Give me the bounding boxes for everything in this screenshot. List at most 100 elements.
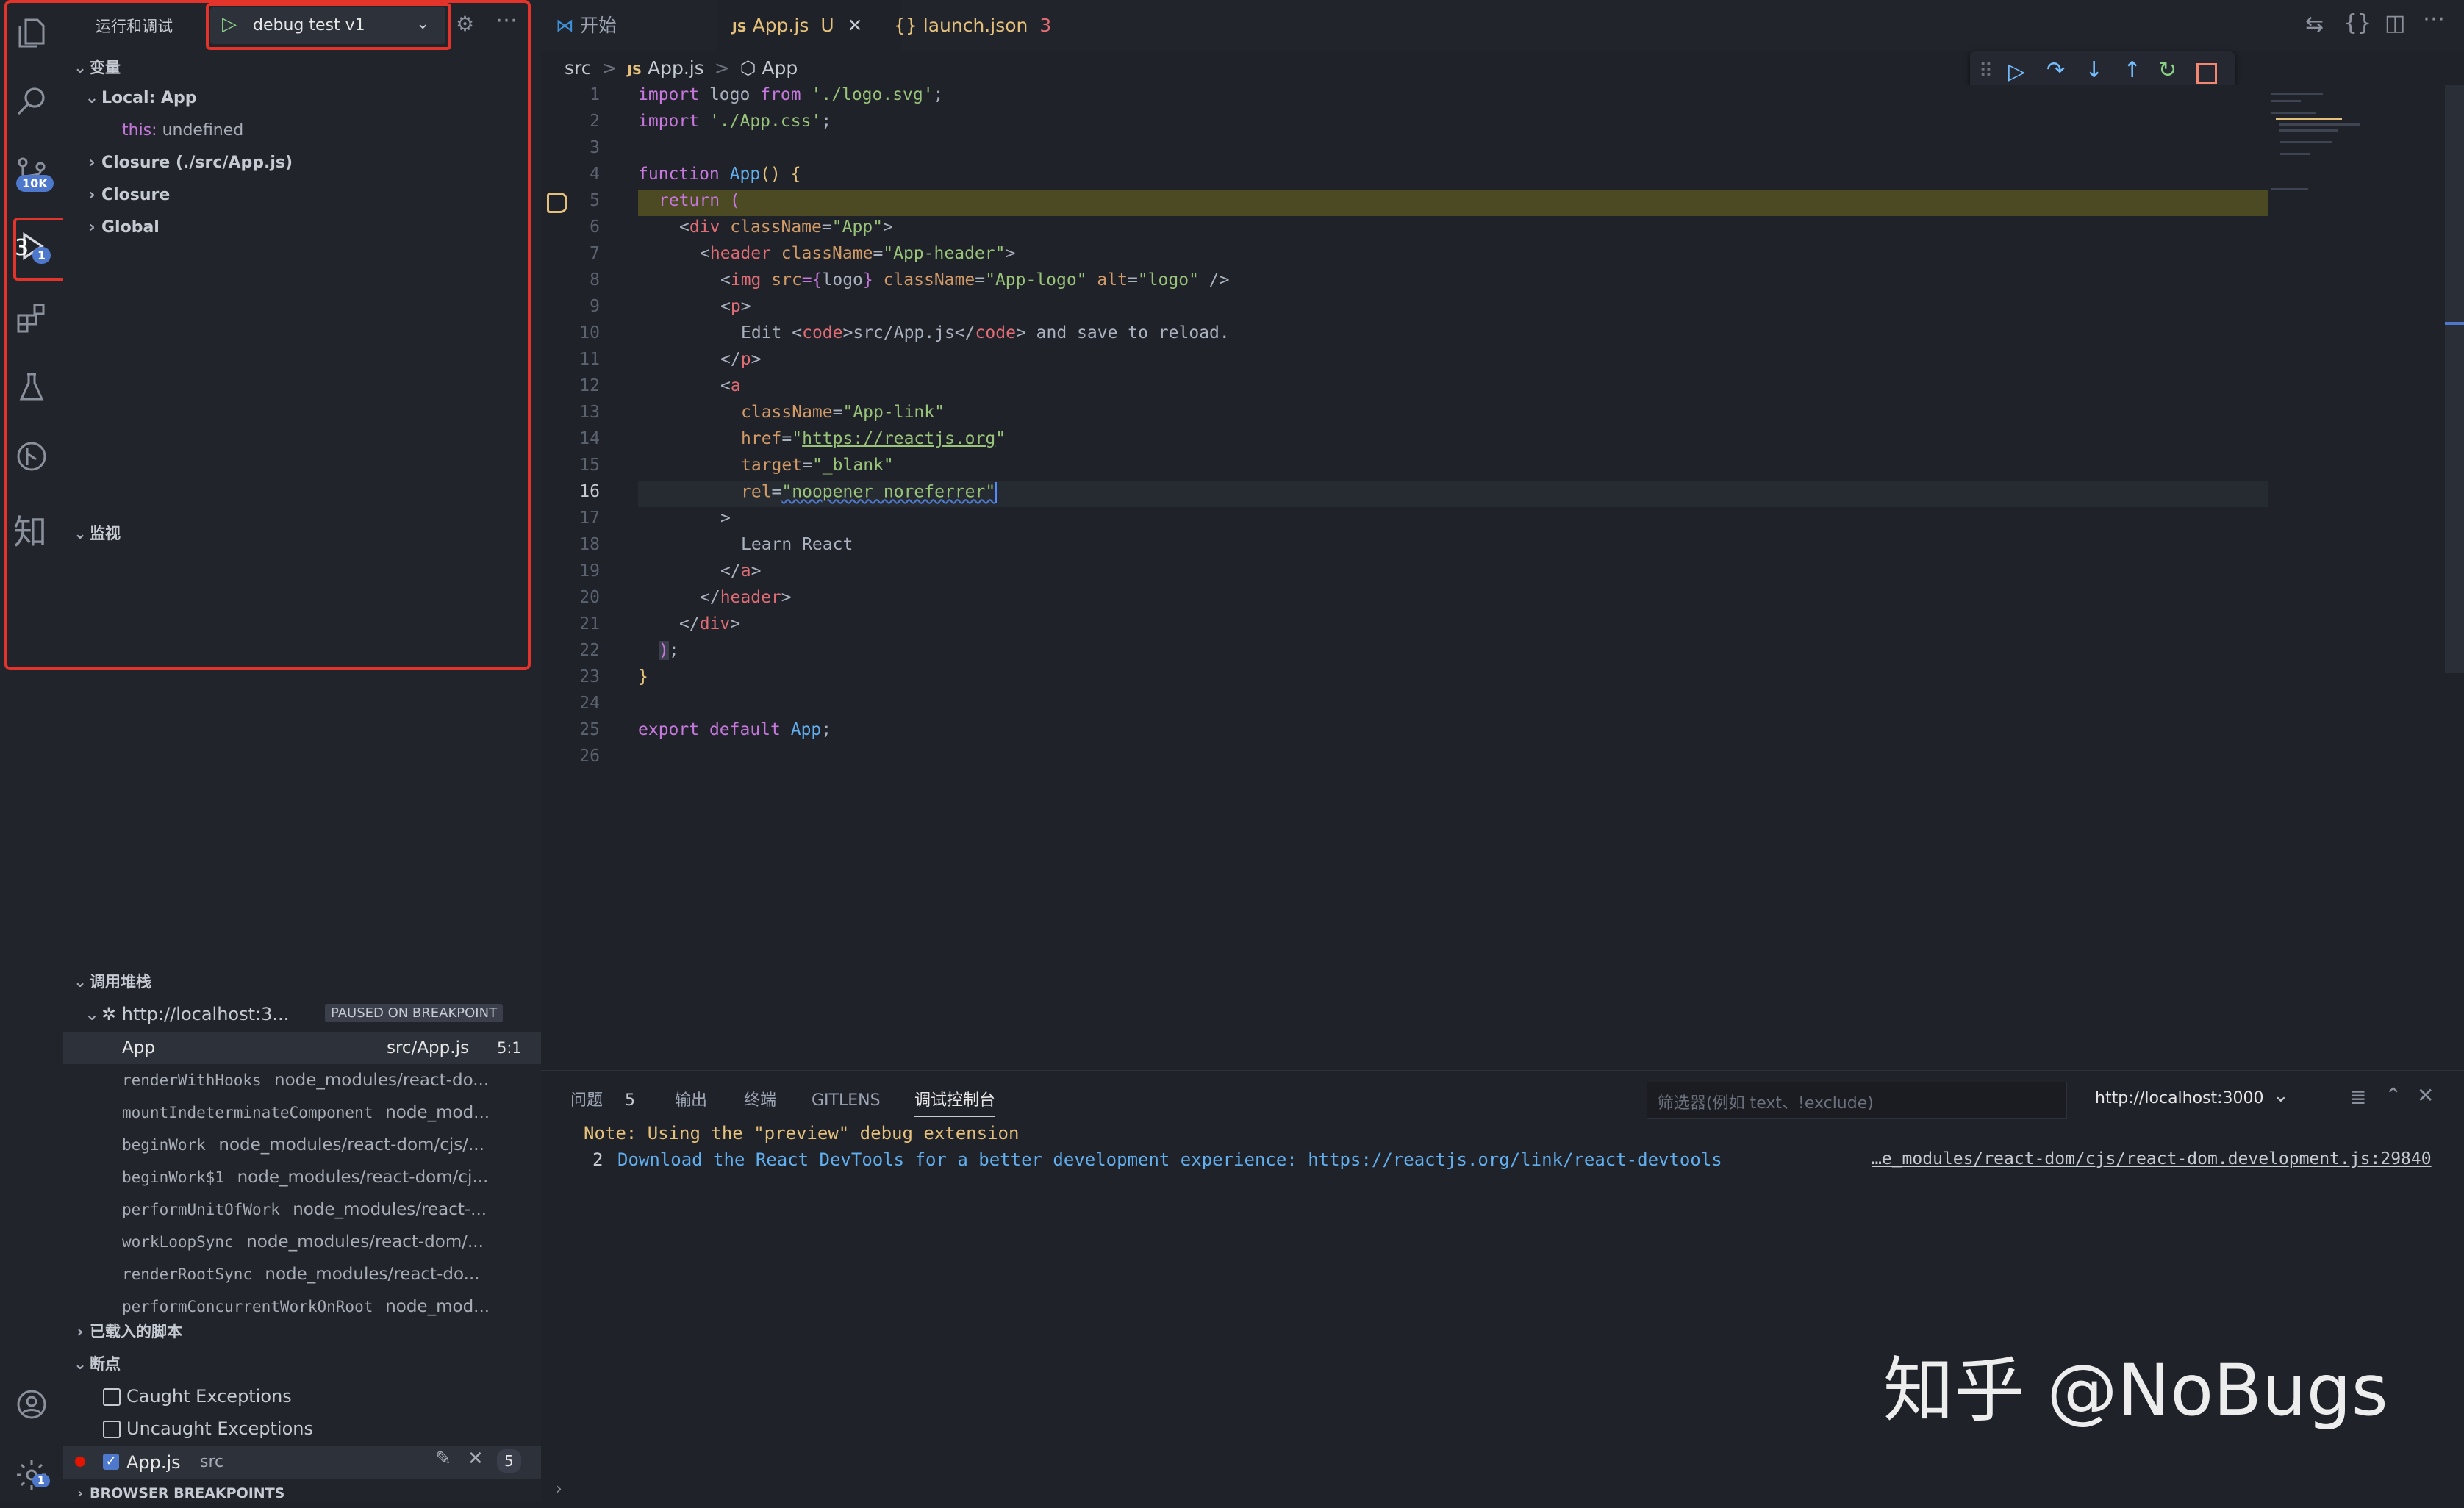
watermark: 知乎 @NoBugs: [1883, 1349, 2388, 1432]
chevron-down-icon: ⌄: [84, 1004, 100, 1024]
browser-breakpoints-header[interactable]: › BROWSER BREAKPOINTS: [71, 1479, 284, 1508]
editor-tabs: ⋈ 开始 JS App.js U ✕ {} launch.json 3 ⇆ {}…: [541, 0, 2464, 51]
tab-debug-console[interactable]: 调试控制台: [914, 1086, 996, 1117]
clear-console-icon[interactable]: ≣: [2349, 1085, 2366, 1109]
callstack-frame[interactable]: performUnitOfWork node_modules/react-...: [63, 1193, 541, 1226]
account-icon[interactable]: [10, 1383, 53, 1426]
step-into-icon[interactable]: ↓: [2085, 57, 2103, 83]
minimap[interactable]: [2271, 85, 2440, 232]
frame-function: workLoopSync: [122, 1233, 234, 1251]
breakpoint-uncaught[interactable]: Uncaught Exceptions: [103, 1414, 313, 1443]
code-line-8: <img src={logo} className="App-logo" alt…: [720, 270, 1230, 290]
frame-function: performUnitOfWork: [122, 1201, 280, 1218]
line-number: 18: [579, 535, 600, 554]
js-icon: JS: [627, 62, 642, 78]
loaded-scripts-header[interactable]: › 已载入的脚本: [71, 1317, 182, 1346]
code-line-17: >: [720, 509, 731, 528]
split-editor-icon[interactable]: ◫: [2385, 10, 2405, 36]
callstack-thread[interactable]: ⌄ ✲ http://localhost:3...: [82, 999, 289, 1029]
braces-icon[interactable]: {}: [2343, 10, 2371, 36]
line-number: 16: [579, 482, 600, 501]
code-line-20: </header>: [700, 588, 792, 607]
variable-scope-global[interactable]: › Global: [82, 213, 159, 243]
console-repeat-count: 2: [592, 1149, 604, 1170]
paused-status-badge: PAUSED ON BREAKPOINT: [325, 1004, 504, 1022]
variable-scope-closure[interactable]: › Closure: [82, 181, 170, 210]
breakpoint-line-badge: 5: [497, 1449, 521, 1473]
maximize-panel-icon[interactable]: ⌃: [2385, 1083, 2402, 1107]
drag-handle-icon[interactable]: ⠿: [1979, 60, 1993, 82]
filter-input[interactable]: 筛选器(例如 text、!exclude): [1647, 1082, 2067, 1119]
debug-target-select[interactable]: http://localhost:3000 ⌄: [2085, 1082, 2305, 1117]
frame-position: 5:1: [497, 1039, 522, 1057]
line-number: 5: [590, 191, 600, 210]
console-line-note: Note: Using the "preview" debug extensio…: [584, 1123, 1020, 1143]
tab-launch-json[interactable]: {} launch.json 3: [879, 0, 1114, 51]
callstack-frame[interactable]: renderWithHooks node_modules/react-do...: [63, 1064, 541, 1096]
continue-icon[interactable]: ▷: [2008, 59, 2025, 85]
variable-scope-closure-app[interactable]: › Closure (./src/App.js): [82, 148, 293, 178]
variable-scope-local[interactable]: ⌄ Local: App: [82, 84, 197, 113]
callstack-frame[interactable]: beginWork$1 node_modules/react-dom/cj...: [63, 1161, 541, 1193]
breakpoint-appjs[interactable]: ✓ App.js src ✎ ✕ 5: [63, 1446, 541, 1479]
code-line-10: Edit <code>src/App.js</code> and save to…: [741, 323, 1230, 342]
step-out-icon[interactable]: ↑: [2123, 57, 2141, 83]
js-icon: JS: [732, 20, 747, 35]
console-prompt-icon[interactable]: ›: [556, 1480, 562, 1498]
watch-section-header[interactable]: ⌄ 监视: [71, 519, 121, 548]
breadcrumb-file[interactable]: App.js: [648, 57, 704, 79]
editor-scrollbar[interactable]: [2445, 85, 2464, 673]
breakpoint-caught[interactable]: Caught Exceptions: [103, 1382, 292, 1411]
tab-start[interactable]: ⋈ 开始: [541, 0, 732, 51]
line-number: 8: [590, 270, 600, 290]
console-source-link[interactable]: …e_modules/react-dom/cjs/react-dom.devel…: [1872, 1149, 2432, 1168]
step-over-icon[interactable]: ↷: [2046, 57, 2065, 83]
breadcrumb-symbol[interactable]: App: [762, 57, 798, 79]
line-number: 20: [579, 588, 600, 607]
tab-terminal[interactable]: 终端: [744, 1086, 776, 1116]
frame-location: node_mod...: [385, 1103, 490, 1122]
line-number: 23: [579, 667, 600, 686]
line-number: 26: [579, 747, 600, 766]
variables-section-header[interactable]: ⌄ 变量: [71, 53, 121, 82]
callstack-frame-active[interactable]: App src/App.js 5:1: [63, 1032, 541, 1064]
more-actions-icon[interactable]: ⋯: [2423, 6, 2445, 32]
callstack-frame[interactable]: workLoopSync node_modules/react-dom/...: [63, 1226, 541, 1258]
chevron-right-icon: ›: [88, 154, 96, 172]
stop-icon[interactable]: [2196, 63, 2217, 84]
code-link[interactable]: https://reactjs.org: [802, 429, 995, 448]
frame-function: mountIndeterminateComponent: [122, 1104, 373, 1121]
callstack-frame[interactable]: renderRootSync node_modules/react-do...: [63, 1258, 541, 1290]
tab-problems[interactable]: 问题: [570, 1086, 603, 1116]
debug-sidebar: 运行和调试 ▷ debug test v1 ⌄ ⚙ ⋯ ⌄ 变量 ⌄ Local: …: [4, 0, 541, 1502]
tab-appjs[interactable]: JS App.js U ✕: [717, 0, 901, 51]
breakpoint-file: App.js: [126, 1452, 181, 1473]
breadcrumb-src[interactable]: src: [565, 57, 592, 79]
edit-breakpoint-icon[interactable]: ✎: [435, 1448, 451, 1470]
code-line-5: return (: [659, 191, 740, 210]
tab-gitlens[interactable]: GITLENS: [812, 1086, 881, 1116]
variable-this[interactable]: this: undefined: [122, 116, 243, 146]
uncaught-checkbox[interactable]: [103, 1421, 121, 1438]
callstack-frame[interactable]: beginWork node_modules/react-dom/cjs/...: [63, 1129, 541, 1161]
close-tab-icon[interactable]: ✕: [848, 15, 863, 36]
line-number: 21: [579, 614, 600, 633]
line-number: 2: [590, 112, 600, 131]
text-cursor: [995, 482, 998, 503]
chevron-down-icon: ⌄: [74, 973, 87, 991]
compare-changes-icon[interactable]: ⇆: [2305, 12, 2324, 37]
caught-checkbox[interactable]: [103, 1388, 121, 1406]
code-line-25: export default App;: [638, 720, 832, 739]
remove-breakpoint-icon[interactable]: ✕: [468, 1448, 484, 1470]
code-editor[interactable]: 1 2 3 4 5 6 7 8 9 10 11 12 13 14 15 16 17 18 19 20 21 22 23 24 2…: [541, 85, 2464, 1070]
restart-icon[interactable]: ↻: [2158, 57, 2177, 83]
close-panel-icon[interactable]: ✕: [2417, 1083, 2434, 1107]
callstack-section-header[interactable]: ⌄ 调用堆栈: [71, 967, 151, 997]
breadcrumb: src > JS App.js > ⬡ App: [565, 57, 798, 79]
json-icon: {}: [894, 15, 917, 36]
callstack-frame[interactable]: mountIndeterminateComponent node_mod...: [63, 1096, 541, 1129]
line-number: 15: [579, 456, 600, 475]
breakpoints-header[interactable]: ⌄ 断点: [71, 1349, 121, 1379]
tab-output[interactable]: 输出: [675, 1086, 707, 1116]
breakpoint-checkbox[interactable]: ✓: [103, 1454, 119, 1470]
